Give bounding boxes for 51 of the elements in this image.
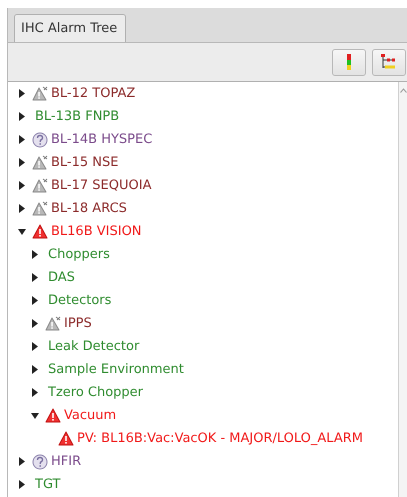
expand-arrow-icon[interactable]	[18, 181, 26, 190]
signal-light-icon	[347, 54, 351, 70]
tree-item-label[interactable]: Detectors	[48, 293, 112, 308]
expand-arrow-icon[interactable]	[18, 457, 26, 466]
expand-arrow-icon[interactable]	[18, 89, 26, 98]
warning-icon	[58, 431, 74, 446]
expand-arrow-icon[interactable]	[18, 135, 26, 144]
expand-arrow-icon[interactable]	[31, 365, 39, 374]
tree-item-label[interactable]: Leak Detector	[48, 339, 140, 354]
alarm-level-button[interactable]	[332, 48, 366, 76]
tree-tab[interactable]: IHC Alarm Tree	[14, 14, 126, 42]
disconnected-warning-icon	[32, 201, 48, 216]
expand-arrow-icon[interactable]	[31, 388, 39, 397]
tree-item-label[interactable]: BL-12 TOPAZ	[51, 86, 136, 101]
disconnected-warning-icon	[32, 86, 48, 101]
question-icon	[32, 132, 48, 148]
expand-arrow-icon[interactable]	[31, 273, 39, 282]
tree-item-label[interactable]: HFIR	[51, 454, 82, 469]
disconnected-warning-icon	[32, 155, 48, 170]
disconnected-warning-icon	[45, 316, 61, 331]
tree-item-label[interactable]: Tzero Chopper	[48, 385, 144, 400]
tree-item-label[interactable]: Sample Environment	[48, 362, 184, 377]
expand-arrow-icon[interactable]	[18, 204, 26, 213]
tree-item-label[interactable]: BL-14B HYSPEC	[51, 132, 152, 147]
tree-item-label[interactable]: BL-15 NSE	[51, 155, 118, 170]
expand-arrow-icon[interactable]	[31, 250, 39, 259]
disconnected-warning-icon	[32, 178, 48, 193]
scroll-up-icon[interactable]	[400, 88, 407, 93]
tree-item-label[interactable]: PV: BL16B:Vac:VacOK - MAJOR/LOLO_ALARM	[77, 431, 363, 446]
warning-icon	[45, 408, 61, 423]
tree-item-label[interactable]: BL-18 ARCS	[51, 201, 127, 216]
tree-item-label[interactable]: Choppers	[48, 247, 110, 262]
expand-arrow-icon[interactable]	[31, 342, 39, 351]
expand-arrow-icon[interactable]	[18, 158, 26, 167]
expand-arrow-icon[interactable]	[31, 296, 39, 305]
tree-item-label[interactable]: Vacuum	[64, 408, 116, 423]
collapse-arrow-icon[interactable]	[18, 227, 26, 236]
warning-icon	[32, 224, 48, 239]
expand-arrow-icon[interactable]	[31, 319, 39, 328]
tree-item-label[interactable]: BL-17 SEQUOIA	[51, 178, 152, 193]
collapse-arrow-icon[interactable]	[31, 411, 39, 420]
tree-view-button[interactable]	[372, 48, 406, 76]
tree-item-label[interactable]: BL-13B FNPB	[35, 109, 120, 124]
expand-arrow-icon[interactable]	[18, 480, 26, 489]
tree-item-label[interactable]: IPPS	[64, 316, 92, 331]
question-icon	[32, 454, 48, 470]
expand-arrow-icon[interactable]	[18, 112, 26, 121]
tree-item-label[interactable]: DAS	[48, 270, 75, 285]
tree-item-label[interactable]: BL16B VISION	[51, 224, 142, 239]
tree-item-label[interactable]: TGT	[35, 477, 60, 492]
tree-hierarchy-icon	[381, 54, 397, 70]
